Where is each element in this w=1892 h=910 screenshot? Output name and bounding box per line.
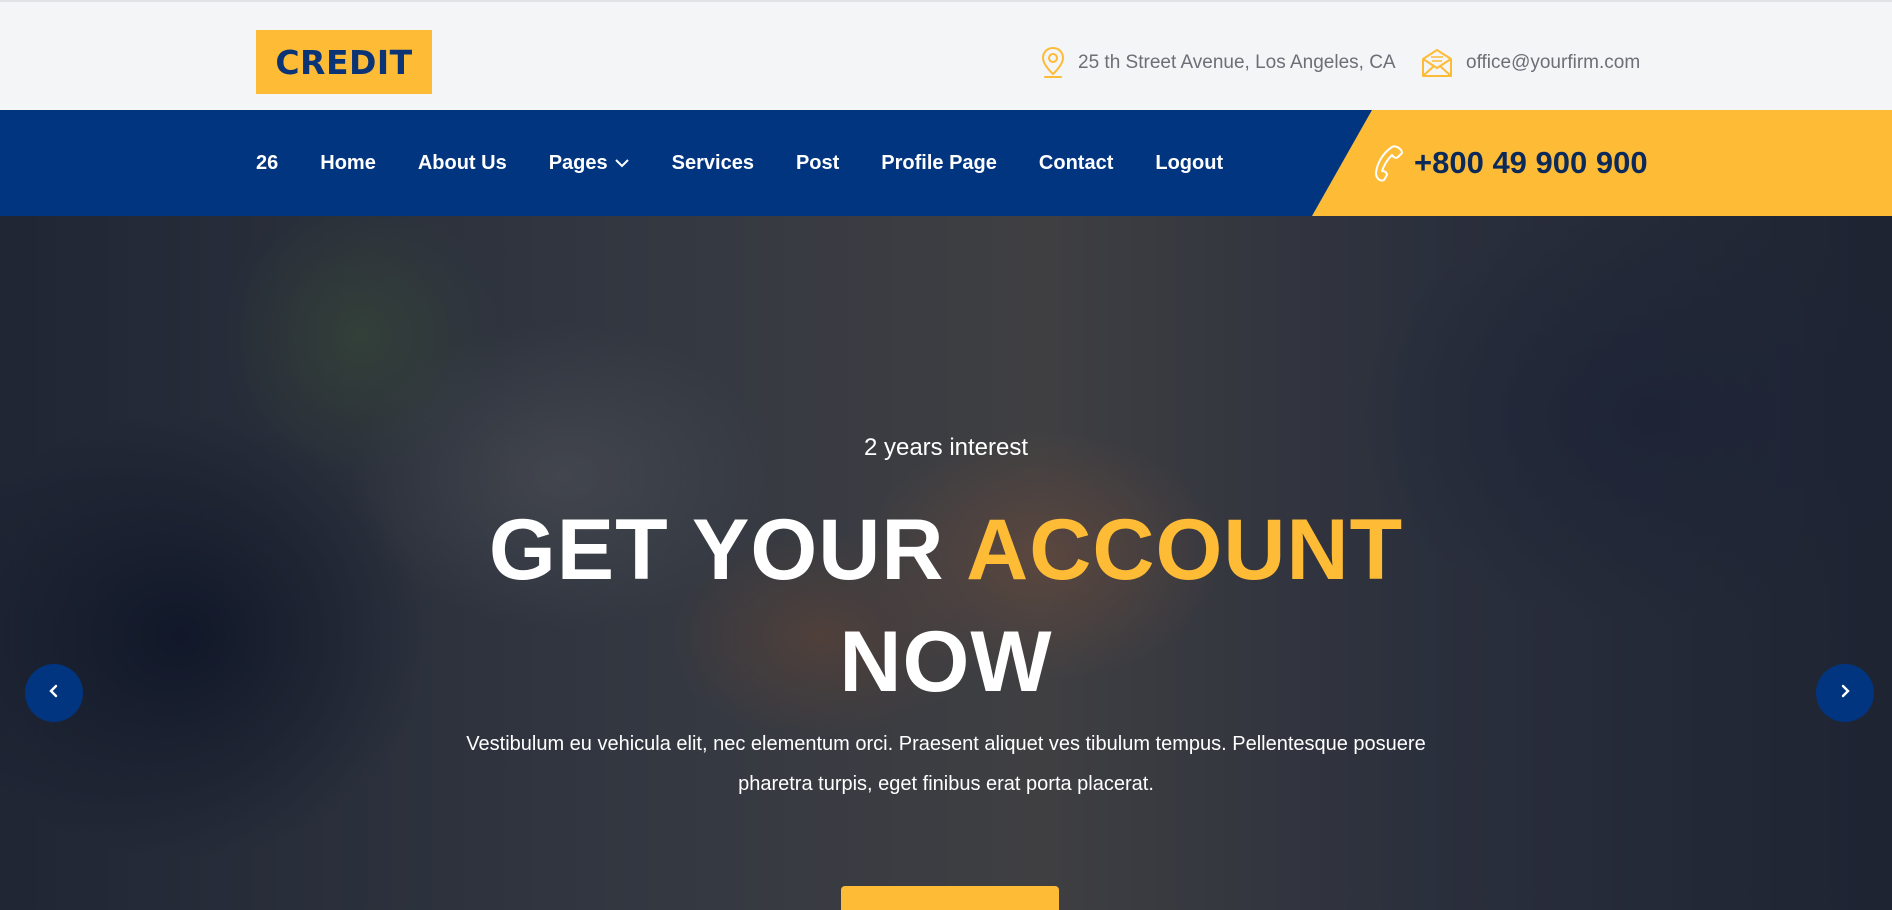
hero-subtitle: 2 years interest <box>863 434 1029 461</box>
chevron-down-icon <box>614 158 630 168</box>
slider-next-button[interactable] <box>1816 664 1874 722</box>
headline-accent: ACCOUNT <box>966 502 1404 598</box>
nav-item-home[interactable]: Home <box>320 152 376 175</box>
nav-menu: 26 Home About Us Pages Services Post Pro… <box>256 110 1265 216</box>
phone-number: +800 49 900 900 <box>1414 145 1648 180</box>
envelope-icon <box>1420 48 1454 78</box>
address-text: 25 th Street Avenue, Los Angeles, CA <box>1078 52 1396 73</box>
headline-white: GET YOUR <box>488 502 945 598</box>
slider-prev-button[interactable] <box>25 664 83 722</box>
nav-item-about-us[interactable]: About Us <box>418 152 507 175</box>
nav-item-contact[interactable]: Contact <box>1039 152 1113 175</box>
logo-text: CREDIT <box>275 42 413 82</box>
nav-item-services[interactable]: Services <box>672 152 754 175</box>
nav-item-pages-label: Pages <box>548 151 608 174</box>
email-text: office@yourfirm.com <box>1466 52 1641 73</box>
location-pin-icon <box>1040 46 1066 80</box>
nav-item-post[interactable]: Post <box>796 152 839 175</box>
hero-cta-button[interactable] <box>841 886 1059 910</box>
email-info[interactable]: office@yourfirm.com <box>1420 42 1640 84</box>
hero-slider: 2 years interest GET YOUR ACCOUNT NOW Ve… <box>0 216 1892 910</box>
nav-item-logout[interactable]: Logout <box>1155 152 1223 175</box>
nav-item-profile-page[interactable]: Profile Page <box>881 152 997 175</box>
logo[interactable]: CREDIT <box>256 30 432 94</box>
headline-line2: NOW <box>839 614 1053 710</box>
nav-item-pages[interactable]: Pages <box>549 152 630 175</box>
address-info: 25 th Street Avenue, Los Angeles, CA <box>1040 42 1396 84</box>
chevron-right-icon <box>1838 683 1852 704</box>
hero-description: Vestibulum eu vehicula elit, nec element… <box>466 733 1426 795</box>
top-info-bar: CREDIT 25 th Street Avenue, Los Angeles,… <box>0 0 1892 110</box>
main-navbar: 26 Home About Us Pages Services Post Pro… <box>0 110 1892 216</box>
phone-icon <box>1372 143 1406 183</box>
nav-item-26[interactable]: 26 <box>256 152 278 175</box>
hero-headline: GET YOUR ACCOUNT NOW <box>0 494 1892 718</box>
chevron-left-icon <box>47 683 61 704</box>
phone-contact[interactable]: +800 49 900 900 <box>1372 110 1648 216</box>
hero-content: 2 years interest GET YOUR ACCOUNT NOW Ve… <box>0 216 1892 910</box>
